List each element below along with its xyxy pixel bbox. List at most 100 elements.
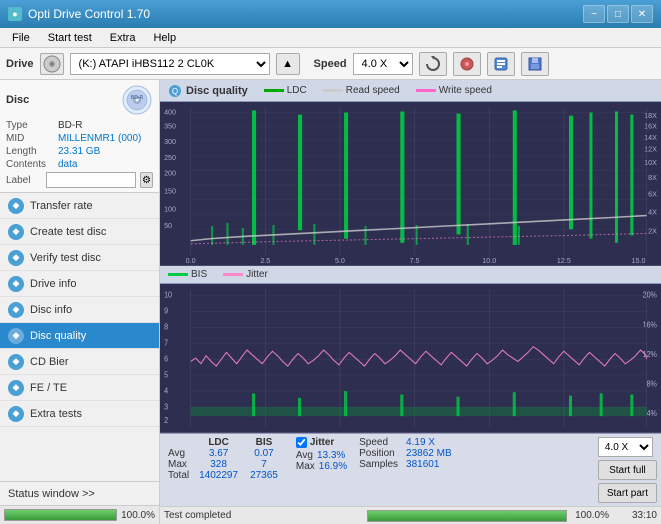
sidebar-item-fe-te[interactable]: ◆ FE / TE	[0, 375, 159, 401]
disc-label-input[interactable]	[46, 172, 136, 188]
speed-dropdown[interactable]: 4.0 X	[598, 437, 653, 457]
read-legend-dot	[323, 89, 343, 92]
jitter-header: Jitter	[296, 437, 347, 448]
top-chart-container: 18X 16X 14X 12X 10X 8X 6X 4X 2X 400 350 …	[160, 102, 661, 266]
sidebar-item-drive-info[interactable]: ◆ Drive info	[0, 271, 159, 297]
jitter-avg-value: 13.3%	[317, 450, 345, 461]
sidebar-item-transfer-rate[interactable]: ◆ Transfer rate	[0, 193, 159, 219]
svg-text:8%: 8%	[647, 379, 658, 388]
disc-mid-row: MID MILLENMR1 (000)	[6, 133, 153, 144]
bottom-chart-svg: 10 9 8 7 6 5 4 3 2 20% 16% 12% 8% 4%	[160, 284, 661, 432]
drive-icon-btn[interactable]	[40, 53, 64, 75]
disc-btn1[interactable]	[453, 52, 481, 76]
disc-panel-title: Disc	[6, 94, 29, 106]
title-bar-left: ● Opti Drive Control 1.70	[8, 7, 150, 21]
svg-text:5.0: 5.0	[335, 430, 345, 432]
svg-text:4X: 4X	[648, 207, 657, 216]
maximize-button[interactable]: □	[607, 5, 629, 23]
max-ldc: 328	[193, 459, 244, 470]
start-full-button[interactable]: Start full	[598, 460, 657, 480]
status-text: Test completed	[164, 510, 363, 521]
legend-write: Write speed	[416, 85, 492, 96]
sidebar-bottom: Status window >> 100.0%	[0, 481, 159, 524]
disc-label-label: Label	[6, 175, 42, 186]
legend-jitter: Jitter	[223, 269, 268, 280]
start-part-button[interactable]: Start part	[598, 483, 657, 503]
charts-wrapper: 18X 16X 14X 12X 10X 8X 6X 4X 2X 400 350 …	[160, 102, 661, 506]
max-label: Max	[164, 459, 193, 470]
col-bis: BIS	[244, 437, 284, 448]
sidebar-nav: ◆ Transfer rate ◆ Create test disc ◆ Ver…	[0, 193, 159, 481]
bottom-status-bar: Test completed 100.0% 33:10	[160, 506, 661, 524]
legend-ldc: LDC	[264, 85, 307, 96]
svg-text:150: 150	[164, 186, 176, 195]
eject-button[interactable]: ▲	[276, 53, 300, 75]
disc-icon: BD-R	[121, 84, 153, 116]
svg-text:8X: 8X	[648, 173, 657, 182]
col-ldc: LDC	[193, 437, 244, 448]
svg-text:5.0: 5.0	[335, 256, 345, 265]
jitter-avg-row: Avg 13.3%	[296, 450, 347, 461]
bottom-progress-fill	[368, 511, 566, 521]
create-test-disc-icon: ◆	[8, 224, 24, 240]
nav-label-disc-quality: Disc quality	[30, 330, 86, 342]
avg-bis: 0.07	[244, 448, 284, 459]
sidebar-item-disc-quality[interactable]: ◆ Disc quality	[0, 323, 159, 349]
svg-text:50: 50	[164, 221, 172, 230]
svg-text:18X: 18X	[644, 111, 657, 120]
menu-bar: File Start test Extra Help	[0, 28, 661, 48]
nav-label-drive-info: Drive info	[30, 278, 76, 290]
legend-read: Read speed	[323, 85, 400, 96]
sidebar-item-create-test-disc[interactable]: ◆ Create test disc	[0, 219, 159, 245]
disc-length-label: Length	[6, 146, 58, 157]
drive-select[interactable]: (K:) ATAPI iHBS112 2 CL0K	[70, 53, 270, 75]
svg-text:7.5: 7.5	[410, 430, 420, 432]
svg-text:4%: 4%	[647, 409, 658, 418]
save-btn[interactable]	[521, 52, 549, 76]
content-area: Q Disc quality LDC Read speed Write spee…	[160, 80, 661, 524]
svg-text:200: 200	[164, 168, 176, 177]
speed-select[interactable]: 4.0 X	[353, 53, 413, 75]
jitter-max-label: Max	[296, 461, 315, 472]
menu-help[interactable]: Help	[145, 30, 184, 46]
svg-text:Q: Q	[172, 87, 178, 96]
ldc-bis-table: LDC BIS Avg 3.67 0.07 Max 328 7 Total	[164, 437, 284, 481]
close-button[interactable]: ✕	[631, 5, 653, 23]
svg-text:7: 7	[164, 338, 168, 347]
extra-tests-icon: ◆	[8, 406, 24, 422]
refresh-drive-btn[interactable]	[419, 52, 447, 76]
sidebar-item-disc-info[interactable]: ◆ Disc info	[0, 297, 159, 323]
disc-info-icon: ◆	[8, 302, 24, 318]
sidebar-item-extra-tests[interactable]: ◆ Extra tests	[0, 401, 159, 427]
nav-label-extra-tests: Extra tests	[30, 408, 82, 420]
svg-text:0.0: 0.0	[186, 256, 196, 265]
total-label: Total	[164, 470, 193, 481]
minimize-button[interactable]: −	[583, 5, 605, 23]
quality-header-icon: Q	[168, 84, 182, 98]
menu-file[interactable]: File	[4, 30, 38, 46]
svg-text:10.0: 10.0	[482, 430, 496, 432]
bottom-progress-percent: 100.0%	[575, 510, 609, 521]
total-ldc: 1402297	[193, 470, 244, 481]
menu-start-test[interactable]: Start test	[40, 30, 100, 46]
disc-panel: Disc BD-R Type BD-R MID MILLENMR1 (000) …	[0, 80, 159, 193]
menu-extra[interactable]: Extra	[102, 30, 144, 46]
bis-legend-dot	[168, 273, 188, 276]
drive-label: Drive	[6, 58, 34, 70]
sidebar-progress-fill	[5, 510, 116, 520]
svg-text:14X: 14X	[644, 133, 657, 142]
disc-quality-icon: ◆	[8, 328, 24, 344]
svg-text:2X: 2X	[648, 226, 657, 235]
status-window-button[interactable]: Status window >>	[0, 482, 159, 506]
sidebar-item-cd-bier[interactable]: ◆ CD Bier	[0, 349, 159, 375]
nav-label-fe-te: FE / TE	[30, 382, 67, 394]
sidebar-item-verify-test-disc[interactable]: ◆ Verify test disc	[0, 245, 159, 271]
disc-length-row: Length 23.31 GB	[6, 146, 153, 157]
drive-bar: Drive (K:) ATAPI iHBS112 2 CL0K ▲ Speed …	[0, 48, 661, 80]
disc-label-button[interactable]: ⚙	[140, 172, 153, 188]
jitter-checkbox[interactable]	[296, 437, 307, 448]
jitter-max-value: 16.9%	[319, 461, 347, 472]
disc-btn2[interactable]	[487, 52, 515, 76]
transfer-rate-icon: ◆	[8, 198, 24, 214]
disc-type-row: Type BD-R	[6, 120, 153, 131]
